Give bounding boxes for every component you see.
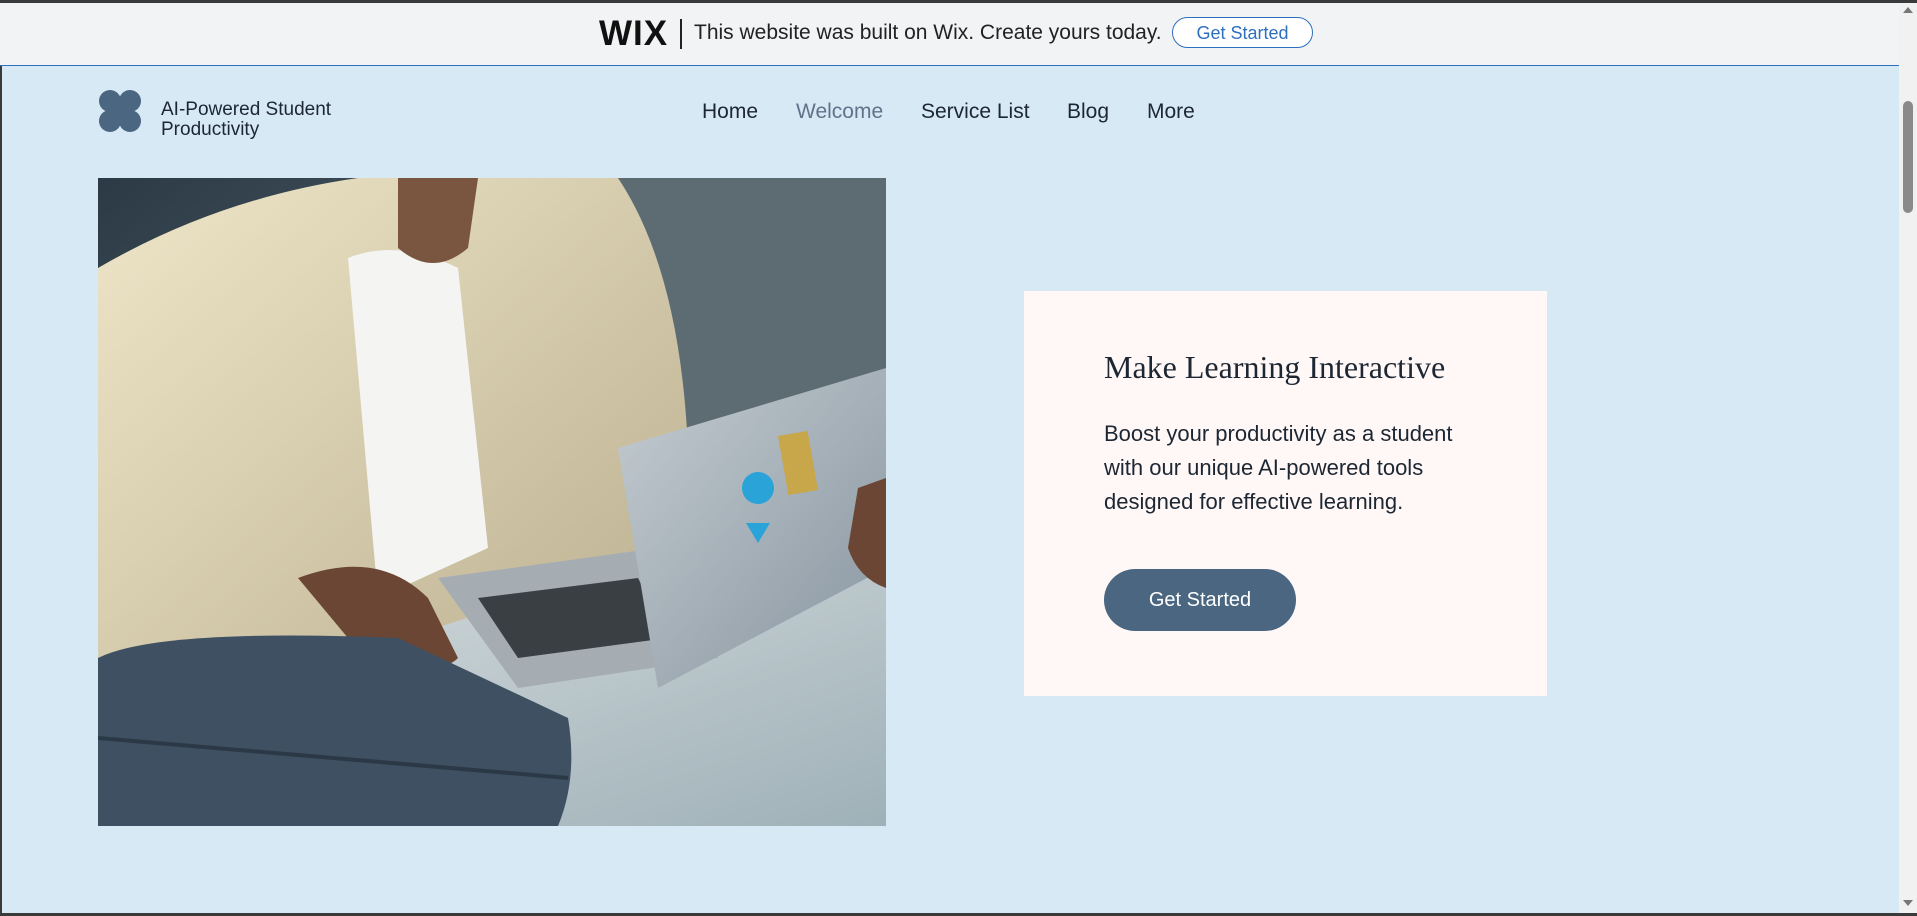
site-logo-icon[interactable]: [98, 89, 142, 133]
scroll-down-arrow-icon[interactable]: [1903, 900, 1913, 906]
nav-item-more[interactable]: More: [1147, 100, 1195, 124]
hero-get-started-button[interactable]: Get Started: [1104, 569, 1296, 631]
card-body: Boost your productivity as a student wit…: [1104, 421, 1453, 514]
site-title-line1: AI-Powered Student: [161, 99, 332, 120]
nav-item-welcome[interactable]: Welcome: [796, 100, 883, 124]
window-frame-left: [0, 0, 2, 916]
scroll-up-arrow-icon[interactable]: [1903, 7, 1913, 13]
banner-divider: [680, 19, 682, 49]
wix-logo[interactable]: WIX: [599, 14, 668, 54]
nav-item-service-list[interactable]: Service List: [921, 100, 1030, 124]
banner-message: This website was built on Wix. Create yo…: [694, 21, 1162, 44]
site-title-line2: Productivity: [161, 119, 260, 140]
student-laptop-photo-icon: [98, 178, 886, 826]
nav-item-blog[interactable]: Blog: [1067, 100, 1109, 124]
scroll-thumb[interactable]: [1903, 101, 1913, 213]
hero-image: [98, 178, 886, 826]
wix-banner: WIX This website was built on Wix. Creat…: [0, 3, 1899, 66]
hero-card: Make Learning Interactive Boost your pro…: [1024, 291, 1547, 696]
banner-get-started-button[interactable]: Get Started: [1172, 17, 1313, 48]
nav-item-home[interactable]: Home: [702, 100, 758, 124]
page-scrollbar[interactable]: [1899, 3, 1917, 913]
card-title: Make Learning Interactive: [1104, 349, 1446, 385]
site-title[interactable]: AI-Powered Student Productivity: [161, 100, 331, 140]
